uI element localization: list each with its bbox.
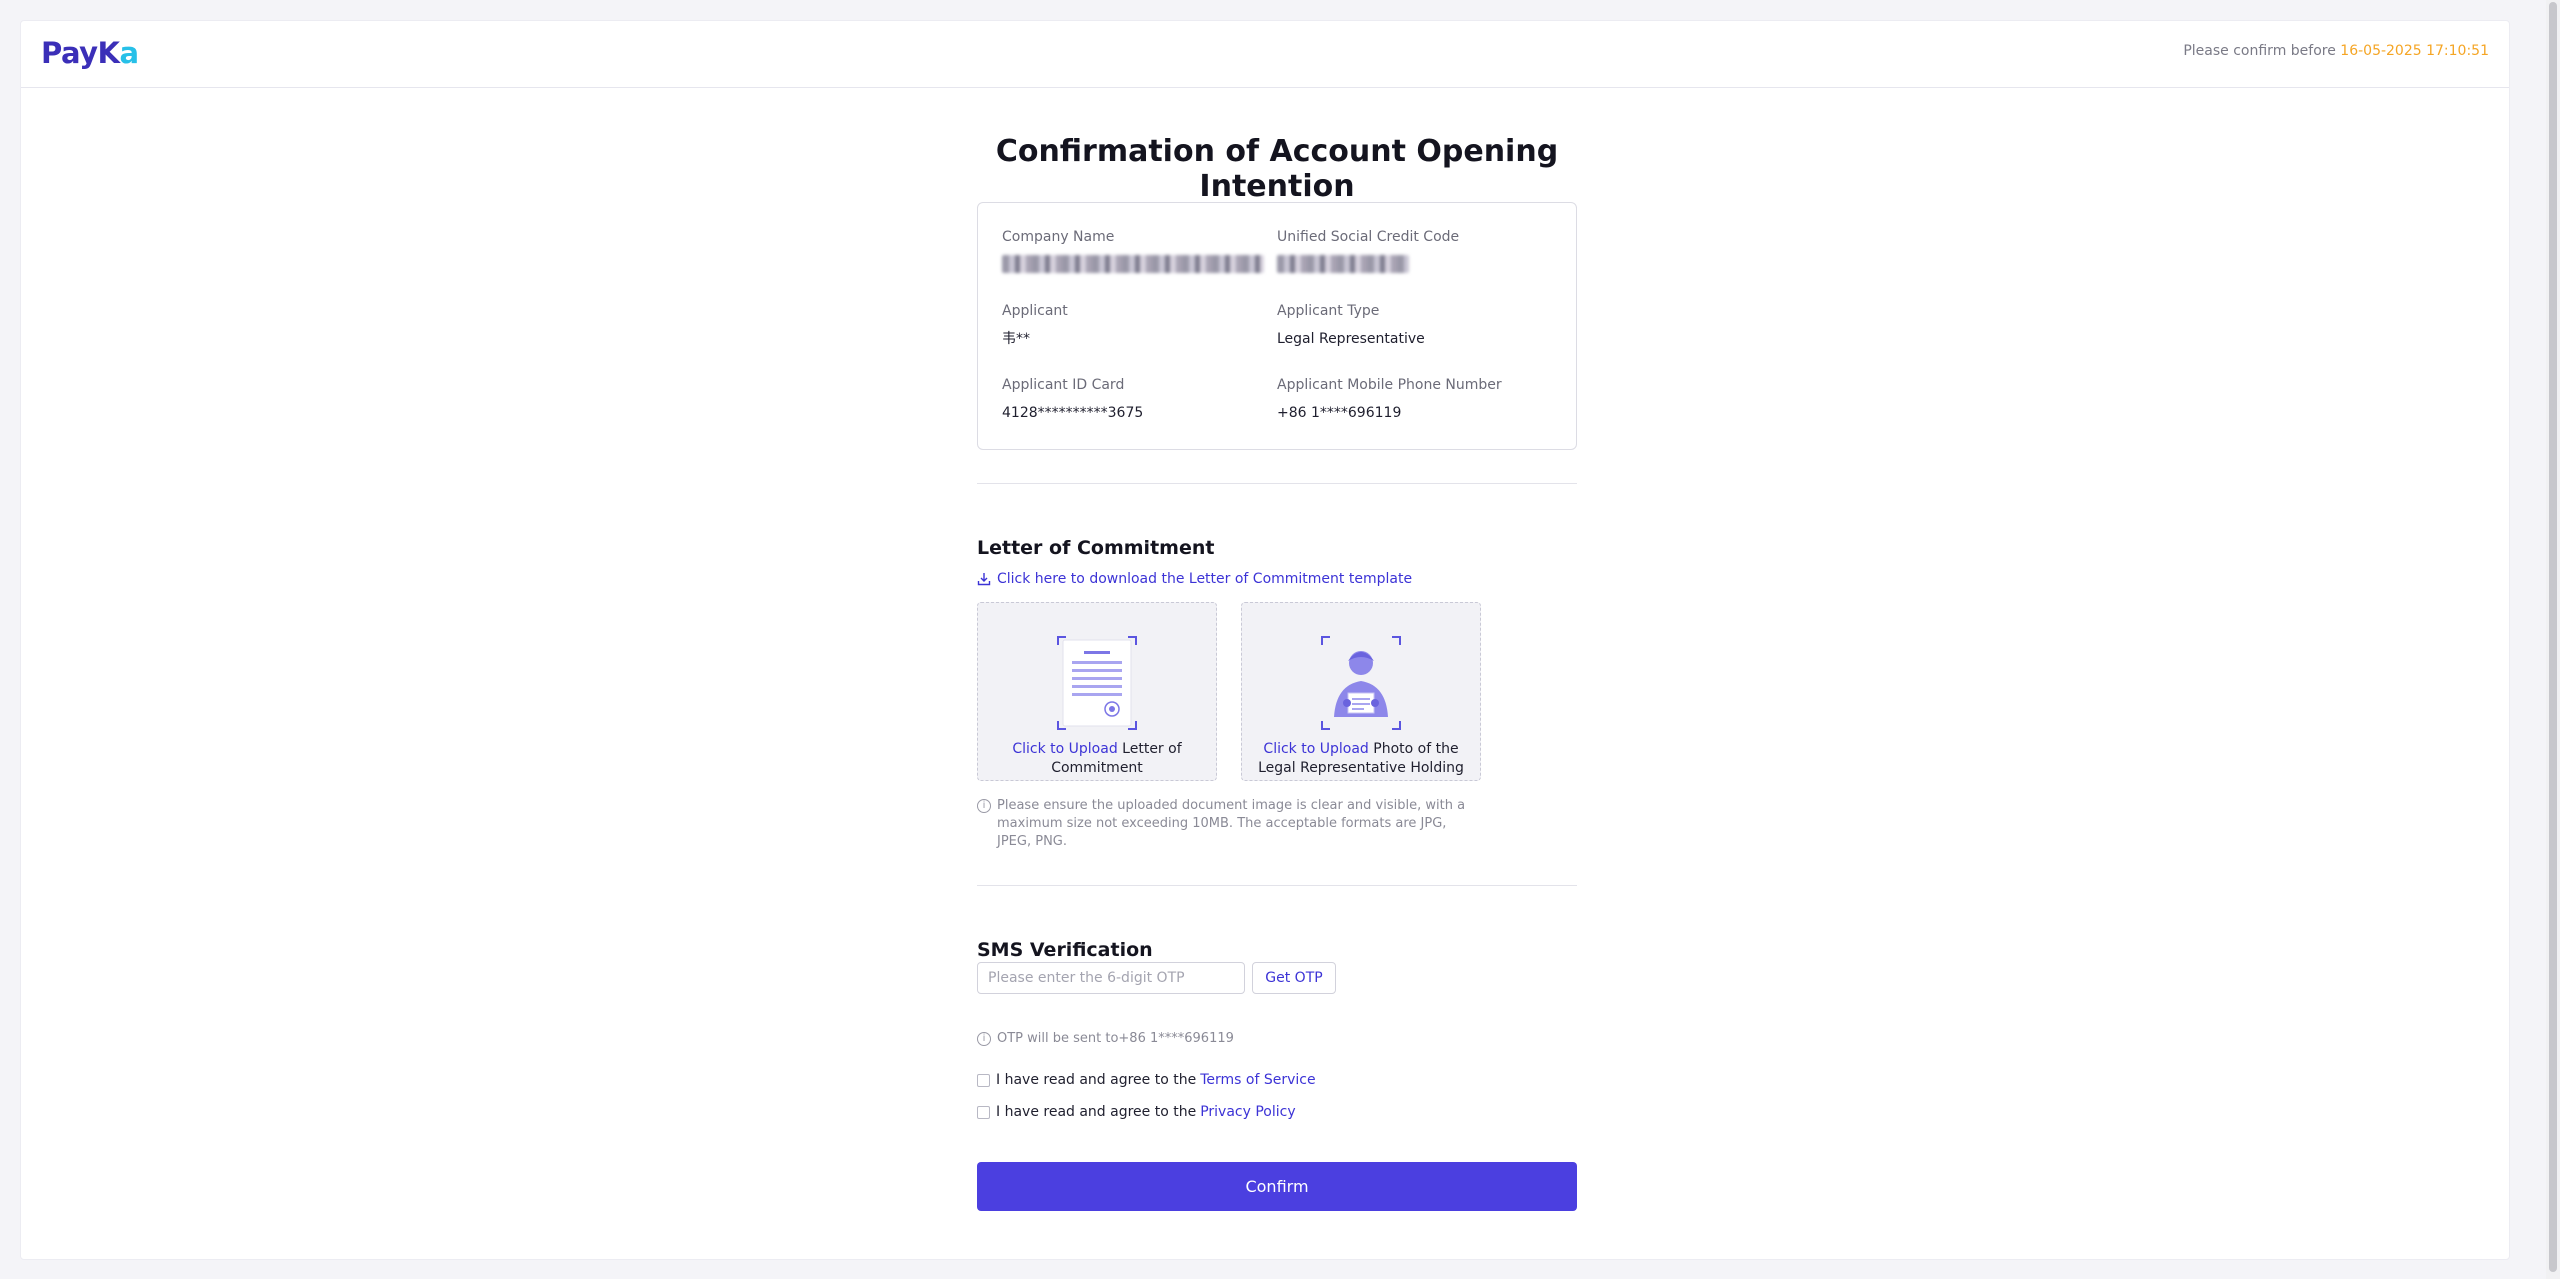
divider <box>977 483 1577 484</box>
info-icon: i <box>977 799 991 813</box>
logo-text-accent: a <box>119 36 140 70</box>
credit-code-field: Unified Social Credit Code <box>1277 227 1537 273</box>
person-holding-document-icon <box>1321 636 1401 730</box>
scrollbar-thumb[interactable] <box>2549 2 2557 1272</box>
privacy-agreement: I have read and agree to the Privacy Pol… <box>977 1104 1296 1120</box>
applicant-value: 韦** <box>1002 331 1030 347</box>
applicant-type-value: Legal Representative <box>1277 331 1425 347</box>
otp-input[interactable] <box>977 962 1245 994</box>
deadline-time: 16-05-2025 17:10:51 <box>2340 43 2489 59</box>
download-template-link[interactable]: Click here to download the Letter of Com… <box>977 571 1412 587</box>
credit-code-value-redacted <box>1277 255 1409 273</box>
credit-code-label: Unified Social Credit Code <box>1277 229 1460 245</box>
confirm-deadline: Please confirm before 16-05-2025 17:10:5… <box>2183 43 2489 59</box>
confirm-button[interactable]: Confirm <box>977 1162 1577 1211</box>
get-otp-button[interactable]: Get OTP <box>1252 962 1336 994</box>
mobile-field: Applicant Mobile Phone Number +86 1****6… <box>1277 375 1537 423</box>
logo-text-primary: PayK <box>41 36 120 70</box>
header: PayKa Please confirm before 16-05-2025 1… <box>21 21 2509 88</box>
applicant-field: Applicant 韦** <box>1002 301 1262 349</box>
upload-photo-link: Click to Upload <box>1263 741 1369 757</box>
privacy-prefix-text: I have read and agree to the <box>996 1104 1197 1120</box>
id-card-label: Applicant ID Card <box>1002 377 1125 393</box>
mobile-value: +86 1****696119 <box>1277 405 1402 421</box>
id-card-field: Applicant ID Card 4128**********3675 <box>1002 375 1262 423</box>
sms-section-title: SMS Verification <box>977 939 1153 961</box>
upload-requirements-note: i Please ensure the uploaded document im… <box>977 797 1477 851</box>
terms-of-service-link[interactable]: Terms of Service <box>1200 1072 1315 1088</box>
terms-prefix-text: I have read and agree to the <box>996 1072 1197 1088</box>
download-template-text: Click here to download the Letter of Com… <box>997 571 1413 587</box>
upload-letter-text: Click to Upload Letter of Commitment <box>988 740 1206 778</box>
applicant-type-field: Applicant Type Legal Representative <box>1277 301 1537 349</box>
terms-agreement: I have read and agree to the Terms of Se… <box>977 1072 1316 1088</box>
mobile-label: Applicant Mobile Phone Number <box>1277 377 1502 393</box>
page-scrollbar[interactable] <box>2546 0 2560 1279</box>
page-title: Confirmation of Account Opening Intentio… <box>995 134 1559 204</box>
privacy-policy-link[interactable]: Privacy Policy <box>1200 1104 1295 1120</box>
company-name-field: Company Name <box>1002 227 1264 273</box>
paykka-logo[interactable]: PayKa <box>41 33 139 73</box>
upload-photo-text: Click to Upload Photo of the Legal Repre… <box>1252 740 1470 778</box>
info-icon: i <box>977 1031 991 1046</box>
document-illustration-icon <box>1057 636 1137 730</box>
applicant-type-label: Applicant Type <box>1277 303 1380 319</box>
download-icon <box>977 573 991 586</box>
upload-legal-rep-photo[interactable]: Click to Upload Photo of the Legal Repre… <box>1241 602 1481 781</box>
terms-checkbox[interactable] <box>977 1073 990 1087</box>
otp-note: i OTP will be sent to+86 1****696119 <box>977 1031 1234 1046</box>
applicant-info-box: Company Name Unified Social Credit Code … <box>977 202 1577 450</box>
company-name-value-redacted <box>1002 255 1264 273</box>
upload-letter-link: Click to Upload <box>1012 741 1118 757</box>
upload-requirements-text: Please ensure the uploaded document imag… <box>997 798 1466 849</box>
applicant-label: Applicant <box>1002 303 1068 319</box>
commitment-section-title: Letter of Commitment <box>977 537 1215 559</box>
main-card: PayKa Please confirm before 16-05-2025 1… <box>20 20 2510 1260</box>
upload-letter-of-commitment[interactable]: Click to Upload Letter of Commitment <box>977 602 1217 781</box>
otp-note-text: OTP will be sent to+86 1****696119 <box>997 1031 1234 1046</box>
company-name-label: Company Name <box>1002 229 1115 245</box>
divider <box>977 885 1577 886</box>
privacy-checkbox[interactable] <box>977 1105 990 1119</box>
deadline-prefix: Please confirm before <box>2183 43 2341 59</box>
id-card-value: 4128**********3675 <box>1002 405 1144 421</box>
